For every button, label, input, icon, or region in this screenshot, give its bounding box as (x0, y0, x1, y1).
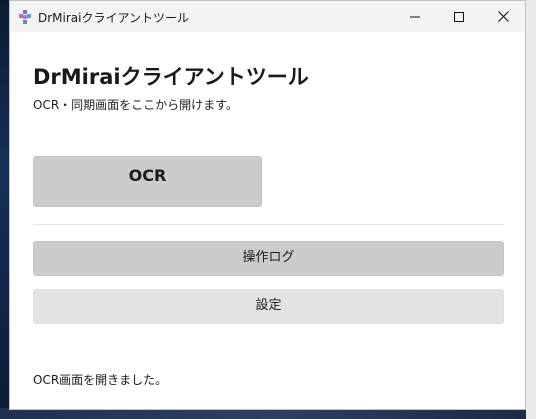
app-window: DrMiraiクライアントツール DrMiraiクライアントツール OCR・同期… (9, 0, 526, 410)
close-button[interactable] (481, 1, 525, 32)
status-message: OCR画面を開きました。 (33, 373, 168, 387)
app-logo-icon (18, 9, 32, 24)
main-content: DrMiraiクライアントツール OCR・同期画面をここから開けます。 OCR … (10, 32, 525, 409)
window-title: DrMiraiクライアントツール (38, 11, 190, 25)
desktop-background-right (526, 0, 536, 419)
page-subtitle: OCR・同期画面をここから開けます。 (33, 98, 238, 112)
settings-button[interactable]: 設定 (33, 289, 504, 324)
title-bar[interactable]: DrMiraiクライアントツール (10, 1, 525, 32)
maximize-icon (454, 11, 464, 22)
close-icon (497, 11, 509, 22)
page-title: DrMiraiクライアントツール (33, 65, 309, 89)
divider (33, 224, 504, 225)
maximize-button[interactable] (437, 1, 481, 32)
minimize-button[interactable] (393, 1, 437, 32)
minimize-icon (410, 12, 420, 22)
ocr-button[interactable]: OCR (33, 156, 262, 207)
operation-log-button[interactable]: 操作ログ (33, 241, 504, 276)
